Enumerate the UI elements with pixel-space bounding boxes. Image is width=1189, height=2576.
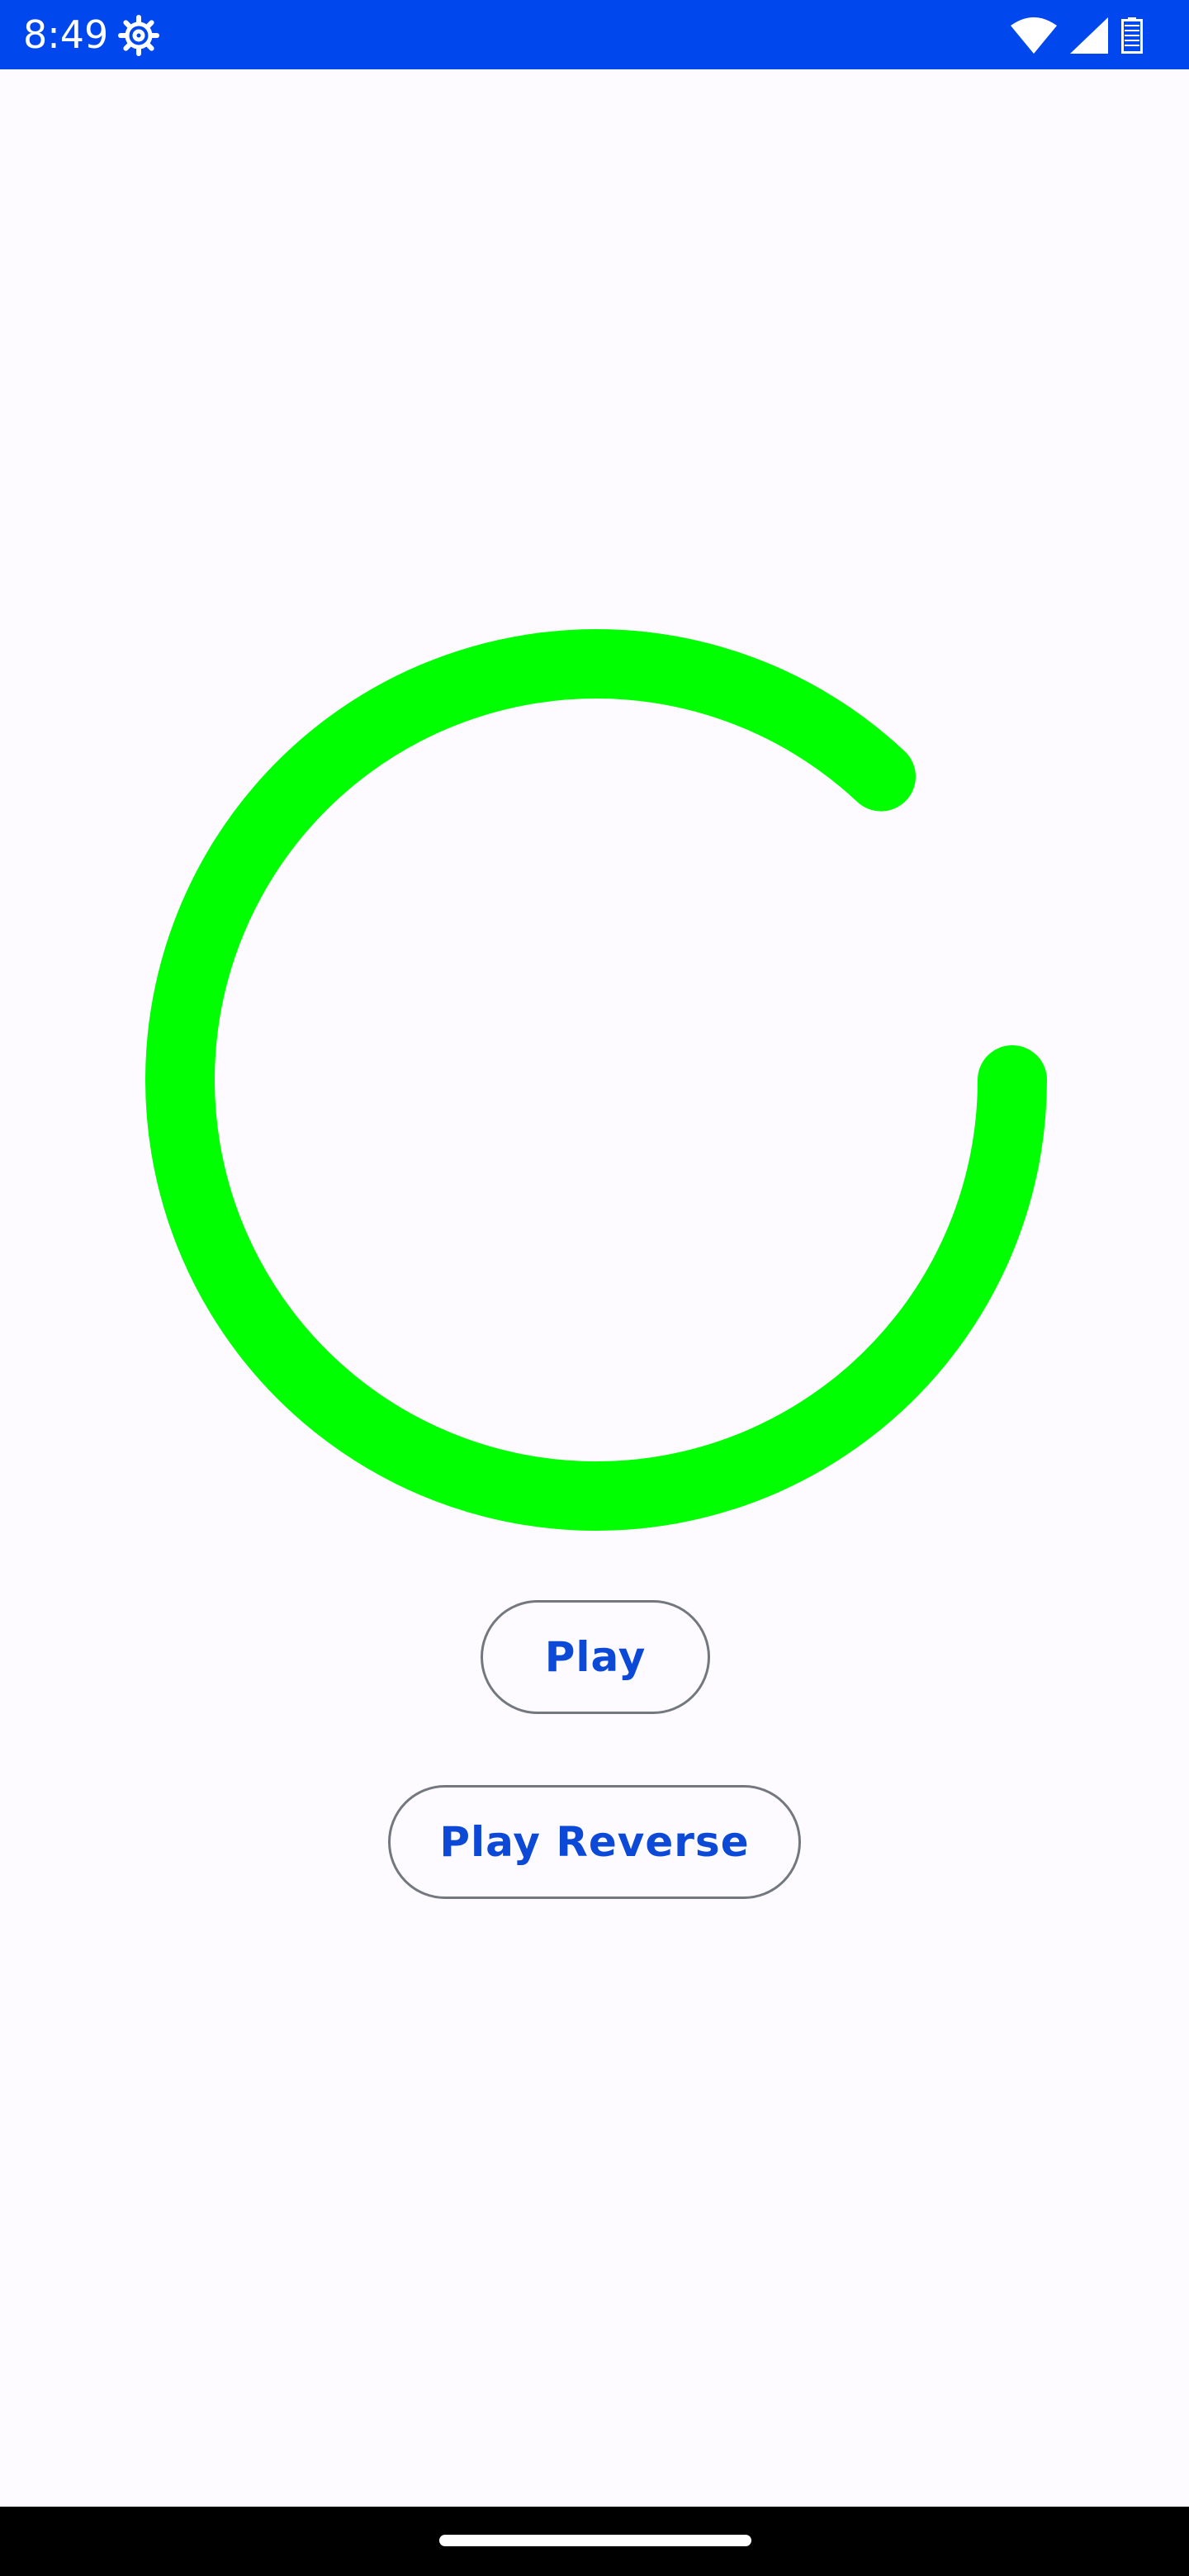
signal-icon (1070, 17, 1108, 54)
wifi-icon (1011, 17, 1057, 54)
settings-icon (117, 14, 160, 57)
play-button[interactable]: Play (481, 1600, 710, 1714)
play-reverse-button[interactable]: Play Reverse (388, 1785, 801, 1899)
navigation-bar (0, 2507, 1189, 2576)
progress-spinner (145, 629, 1047, 1531)
progress-arc (145, 629, 1047, 1531)
battery-icon (1121, 17, 1143, 54)
status-bar: 8:49 (0, 0, 1189, 69)
status-time: 8:49 (23, 12, 109, 57)
home-handle[interactable] (439, 2535, 751, 2546)
